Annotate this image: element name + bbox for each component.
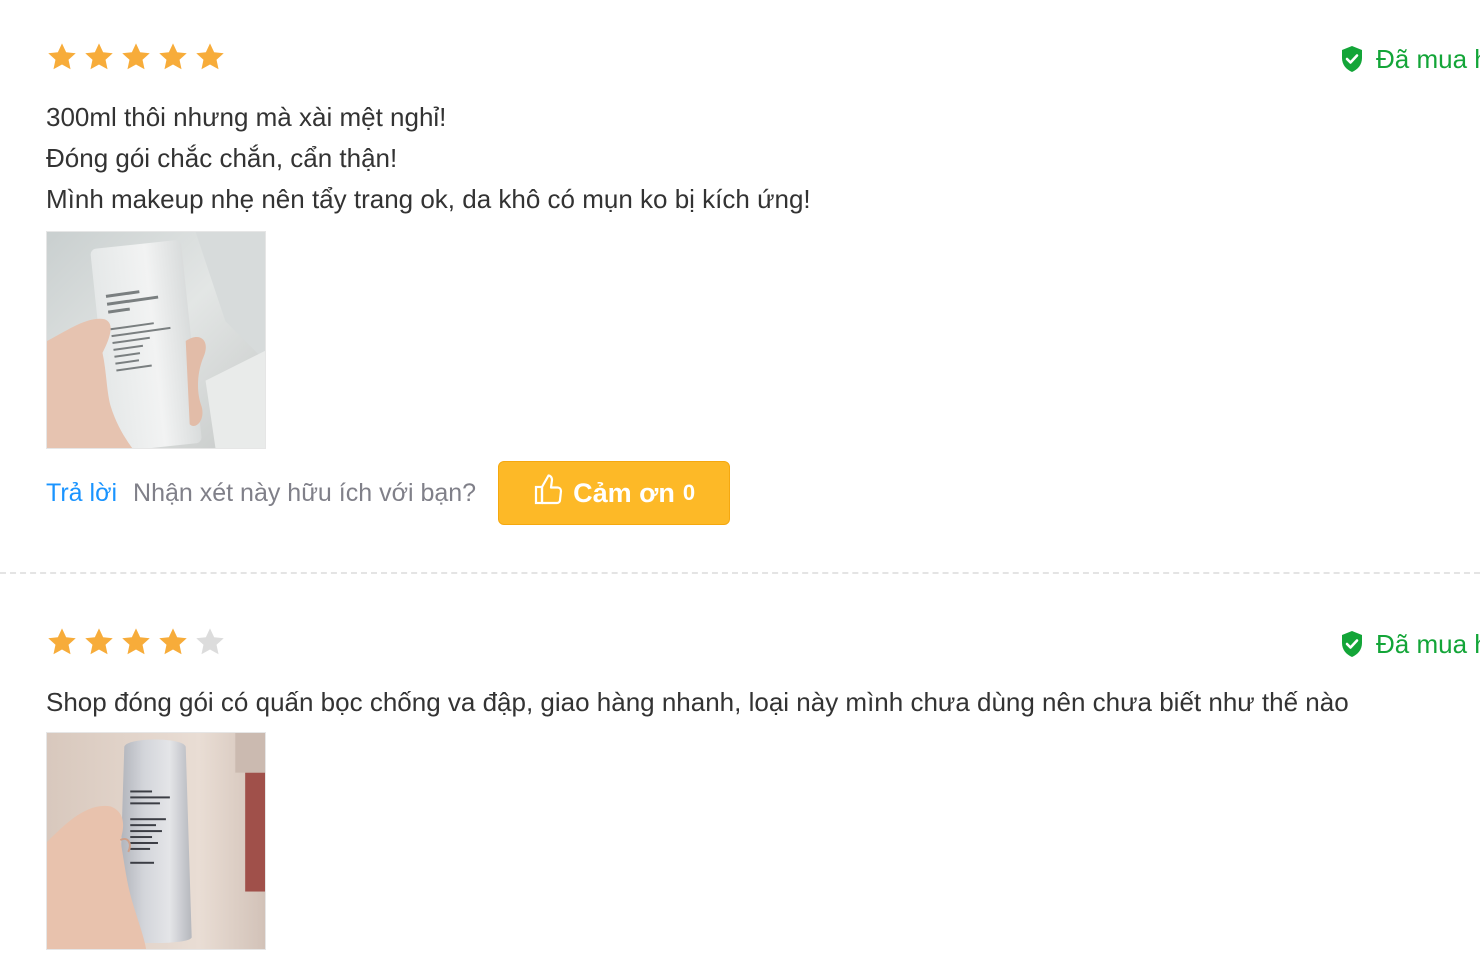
star-icon (157, 626, 189, 658)
review-photo[interactable] (46, 231, 266, 449)
verified-shield-icon (1342, 631, 1362, 657)
star-icon (157, 41, 189, 73)
review-item: Đã mua h 300ml thôi nhưng mà xài mệt ngh… (0, 0, 1480, 572)
thumbs-up-icon (535, 474, 563, 505)
verified-label: Đã mua h (1376, 44, 1480, 74)
star-icon (46, 626, 78, 658)
thanks-button[interactable]: Cảm ơn 0 (498, 461, 731, 525)
thanks-label: Cảm ơn (573, 477, 675, 508)
star-rating (46, 626, 226, 658)
thanks-count: 0 (682, 480, 696, 505)
star-icon (83, 41, 115, 73)
reply-link[interactable]: Trả lời (46, 479, 117, 508)
review-line: Mình makeup nhẹ nên tẩy trang ok, da khô… (46, 184, 811, 214)
review-line: 300ml thôi nhưng mà xài mệt nghỉ! (46, 102, 447, 132)
star-icon (46, 41, 78, 73)
verified-label: Đã mua h (1376, 629, 1480, 659)
verified-purchase: Đã mua h (1340, 44, 1480, 74)
review-actions: Trả lời Nhận xét này hữu ích với bạn? Cả… (46, 461, 731, 525)
star-rating (46, 41, 226, 73)
review-line: Đóng gói chắc chắn, cẩn thận! (46, 143, 398, 173)
review-item: Đã mua h Shop đóng gói có quấn bọc chống… (0, 574, 1480, 960)
helpful-question: Nhận xét này hữu ích với bạn? (133, 478, 477, 507)
star-icon (194, 41, 226, 73)
verified-shield-icon (1342, 46, 1362, 72)
review-line: Shop đóng gói có quấn bọc chống va đập, … (46, 687, 1349, 717)
review-photo[interactable] (46, 732, 266, 950)
review-content: Shop đóng gói có quấn bọc chống va đập, … (46, 682, 1349, 723)
star-empty-icon (194, 626, 226, 658)
star-icon (120, 41, 152, 73)
star-icon (120, 626, 152, 658)
verified-purchase: Đã mua h (1340, 629, 1480, 659)
review-content: 300ml thôi nhưng mà xài mệt nghỉ! Đóng g… (46, 97, 811, 220)
star-icon (83, 626, 115, 658)
